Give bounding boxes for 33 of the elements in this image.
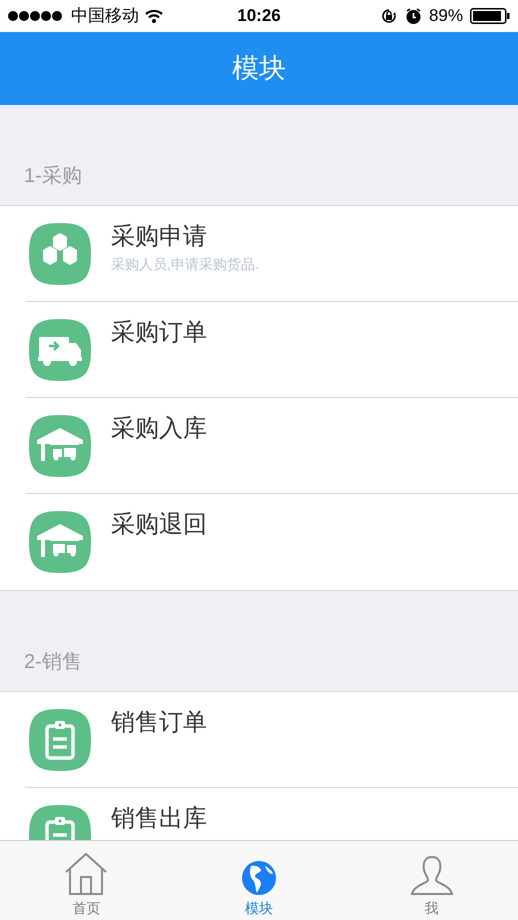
warehouse-truck-icon xyxy=(29,415,91,477)
clock-time: 10:26 xyxy=(236,5,282,28)
item-title: 采购订单 xyxy=(111,318,207,348)
wifi-icon xyxy=(144,9,164,23)
clipboard-icon xyxy=(29,709,91,771)
truck-icon xyxy=(29,319,91,381)
list-item[interactable]: 采购订单 xyxy=(25,302,518,398)
page-title: 模块 xyxy=(232,52,286,86)
item-title: 采购申请 xyxy=(111,222,208,252)
list-item[interactable]: 销售订单 xyxy=(25,692,518,788)
tab-item[interactable]: 模块 xyxy=(172,841,346,920)
alarm-icon xyxy=(404,8,422,24)
battery-icon xyxy=(470,8,510,24)
list-item[interactable]: 采购申请 采购人员,申请采购货品. xyxy=(25,206,518,302)
item-title: 销售出库 xyxy=(111,804,207,834)
section-header: 2-销售 xyxy=(24,650,82,675)
item-description: 采购人员,申请采购货品. xyxy=(111,255,259,274)
person-icon xyxy=(410,854,454,896)
battery-percent: 89% xyxy=(428,5,463,28)
list-item[interactable]: 采购入库 xyxy=(25,398,518,494)
item-title: 采购入库 xyxy=(111,414,207,444)
boxes-icon xyxy=(29,223,91,285)
section-header: 1-采购 xyxy=(24,164,82,189)
globe-icon xyxy=(241,860,277,896)
tab-item[interactable]: 首页 xyxy=(0,841,173,920)
carrier-name: 中国移动 xyxy=(71,5,139,28)
item-title: 采购退回 xyxy=(111,510,207,540)
warehouse-truck-icon xyxy=(29,511,91,573)
rotation-lock-icon xyxy=(380,7,398,25)
item-title: 销售订单 xyxy=(111,708,207,738)
home-icon xyxy=(64,852,108,896)
tab-item[interactable]: 我 xyxy=(345,841,518,920)
list-item[interactable]: 采购退回 xyxy=(25,494,518,590)
